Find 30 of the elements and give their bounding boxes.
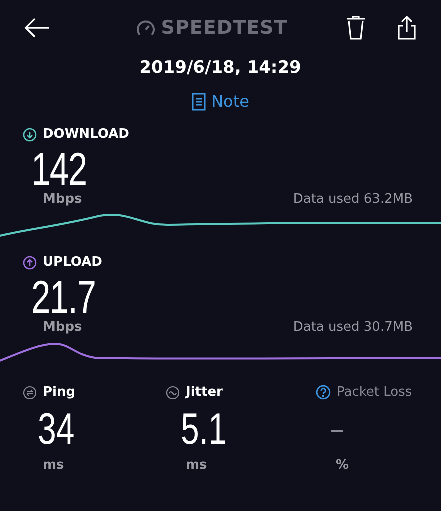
stat-value: 34 <box>37 408 76 452</box>
stat-label: Packet Loss <box>337 385 412 400</box>
help-icon[interactable] <box>316 385 331 400</box>
data-used: Data used 30.7MB <box>293 320 413 335</box>
wave-icon <box>166 386 180 400</box>
note-icon <box>192 92 206 110</box>
stat-label: Ping <box>43 385 76 400</box>
speed-unit: Mbps <box>43 192 82 207</box>
stat-label: Jitter <box>186 385 223 400</box>
test-date: 2019/6/18, 14:29 <box>138 58 302 78</box>
data-used: Data used 63.2MB <box>293 192 413 207</box>
arrow-down-circle-icon <box>23 128 37 142</box>
speed-unit: Mbps <box>43 320 82 335</box>
stat-value: 5.1 <box>180 408 228 452</box>
speed-value: 21.7 <box>30 274 97 320</box>
stat-unit: ms <box>42 458 66 473</box>
back-button[interactable] <box>24 17 50 39</box>
speed-label: DOWNLOAD <box>43 127 130 142</box>
stat-unit: ms <box>185 458 208 473</box>
gauge-icon <box>137 20 156 36</box>
speed-label: UPLOAD <box>43 255 102 270</box>
speed-value: 142 <box>30 146 88 192</box>
app-title: SPEEDTEST <box>161 17 288 39</box>
delete-button[interactable] <box>345 15 367 41</box>
stat-unit: % <box>335 458 350 473</box>
arrow-up-circle-icon <box>23 256 37 270</box>
ping-icon <box>23 386 37 400</box>
note-link[interactable]: Note <box>192 92 250 111</box>
stat-value: – <box>330 412 345 448</box>
share-button[interactable] <box>397 15 417 41</box>
